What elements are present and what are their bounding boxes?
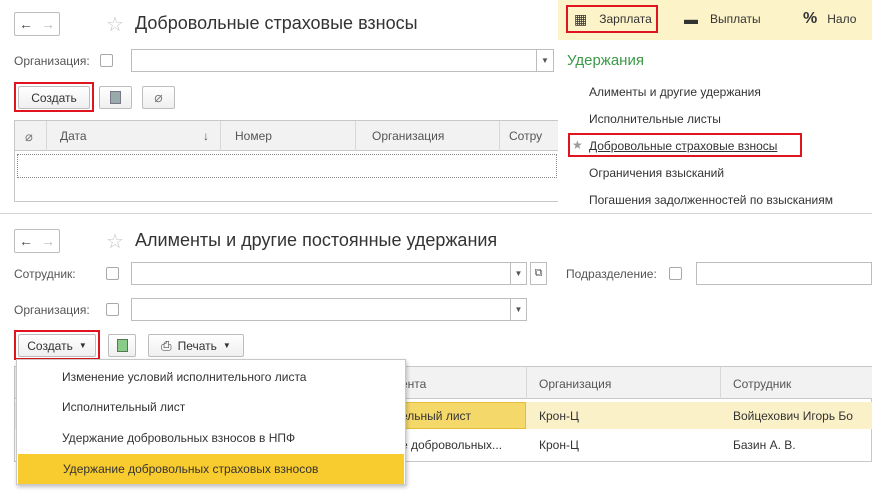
menu-item-voluntary-insurance[interactable]: Удержание добровольных страховых взносов — [18, 454, 404, 484]
highlight-tab-salary — [566, 5, 658, 33]
page-title-bottom: Алименты и другие постоянные удержания — [135, 230, 498, 250]
sort-arrow-icon[interactable]: ↓ — [203, 129, 209, 143]
column-organization[interactable]: Организация — [372, 129, 444, 143]
nav-alimony[interactable]: Алименты и другие удержания — [589, 85, 761, 99]
org-dropdown-icon[interactable]: ▼ — [536, 49, 554, 72]
nav-buttons-bottom[interactable]: ← → — [14, 229, 60, 253]
favorite-star-icon[interactable]: ☆ — [106, 12, 124, 37]
forward-arrow-icon[interactable]: → — [41, 233, 55, 249]
top-window: ← → ☆ Добровольные страховые взносы Орга… — [0, 0, 561, 212]
nav-writs[interactable]: Исполнительные листы — [589, 112, 721, 126]
menu-item-writ[interactable]: Исполнительный лист — [17, 392, 397, 422]
paperclip-icon: ⌀ — [154, 89, 163, 105]
org-checkbox[interactable] — [100, 54, 113, 67]
tab-payments[interactable]: ▬ Выплаты — [684, 5, 761, 33]
cell-kind: ельный лист — [401, 409, 472, 423]
cell-employee: Войцехович Игорь Бо — [733, 409, 853, 423]
org-label-bottom: Организация: — [14, 303, 90, 317]
nav-limits[interactable]: Ограничения взысканий — [589, 166, 724, 180]
add-doc-icon — [116, 339, 128, 352]
cell-organization: Крон-Ц — [539, 409, 579, 423]
column-employee[interactable]: Сотрудник — [733, 377, 791, 391]
wallet-icon: ▬ — [684, 11, 698, 27]
percent-icon: % — [803, 10, 818, 27]
employee-checkbox[interactable] — [106, 267, 119, 280]
add-button[interactable] — [108, 334, 136, 357]
column-date[interactable]: Дата — [60, 129, 87, 143]
department-input[interactable] — [696, 262, 872, 285]
chevron-down-icon: ▼ — [222, 341, 231, 350]
highlight-create-bottom — [14, 330, 100, 360]
section-panel: ▦ Зарплата ▬ Выплаты % Нало — [558, 0, 872, 212]
department-label: Подразделение: — [566, 267, 657, 281]
favorite-star-icon[interactable]: ☆ — [106, 229, 124, 254]
attachment-column-icon: ⌀ — [25, 129, 33, 144]
column-number[interactable]: Номер — [235, 129, 272, 143]
employee-input[interactable] — [131, 262, 511, 285]
highlight-create — [14, 82, 94, 112]
highlight-nav-voluntary — [568, 133, 802, 157]
print-button[interactable]: ⎙ Печать ▼ — [148, 334, 244, 357]
tab-taxes[interactable]: % Нало — [803, 5, 856, 33]
employee-dropdown-icon[interactable]: ▼ — [510, 262, 527, 285]
table-empty-row[interactable] — [17, 154, 557, 178]
menu-item-npf[interactable]: Удержание добровольных взносов в НПФ — [17, 423, 397, 453]
column-employee[interactable]: Сотру — [509, 129, 542, 143]
employee-open-icon[interactable]: ⧉ — [530, 262, 547, 285]
page-title: Добровольные страховые взносы — [135, 13, 418, 33]
cell-employee: Базин А. В. — [733, 438, 796, 452]
menu-item-change-writ[interactable]: Изменение условий исполнительного листа — [17, 362, 397, 392]
back-arrow-icon[interactable]: ← — [19, 233, 33, 249]
org-checkbox-bottom[interactable] — [106, 303, 119, 316]
column-organization[interactable]: Организация — [539, 377, 611, 391]
org-input[interactable] — [131, 49, 543, 72]
department-checkbox[interactable] — [669, 267, 682, 280]
back-arrow-icon[interactable]: ← — [19, 16, 33, 32]
top-table: ⌀ Дата ↓ Номер Организация Сотру — [14, 120, 561, 202]
divider — [0, 213, 872, 214]
nav-buttons[interactable]: ← → — [14, 12, 60, 36]
add-copy-button[interactable] — [99, 86, 132, 109]
attach-button[interactable]: ⌀ — [142, 86, 175, 109]
copy-doc-icon — [110, 91, 121, 104]
nav-debt-repayments[interactable]: Погашения задолженностей по взысканиям — [589, 193, 833, 207]
cell-kind: е добровольных... — [401, 438, 503, 452]
org-label: Организация: — [14, 54, 90, 68]
forward-arrow-icon[interactable]: → — [41, 16, 55, 32]
cell-organization: Крон-Ц — [539, 438, 579, 452]
create-menu: Изменение условий исполнительного листа … — [16, 359, 406, 485]
employee-label: Сотрудник: — [14, 267, 76, 281]
org-input-bottom[interactable] — [131, 298, 511, 321]
section-heading: Удержания — [567, 52, 644, 69]
printer-icon: ⎙ — [161, 337, 172, 353]
org-dropdown-icon-bottom[interactable]: ▼ — [510, 298, 527, 321]
